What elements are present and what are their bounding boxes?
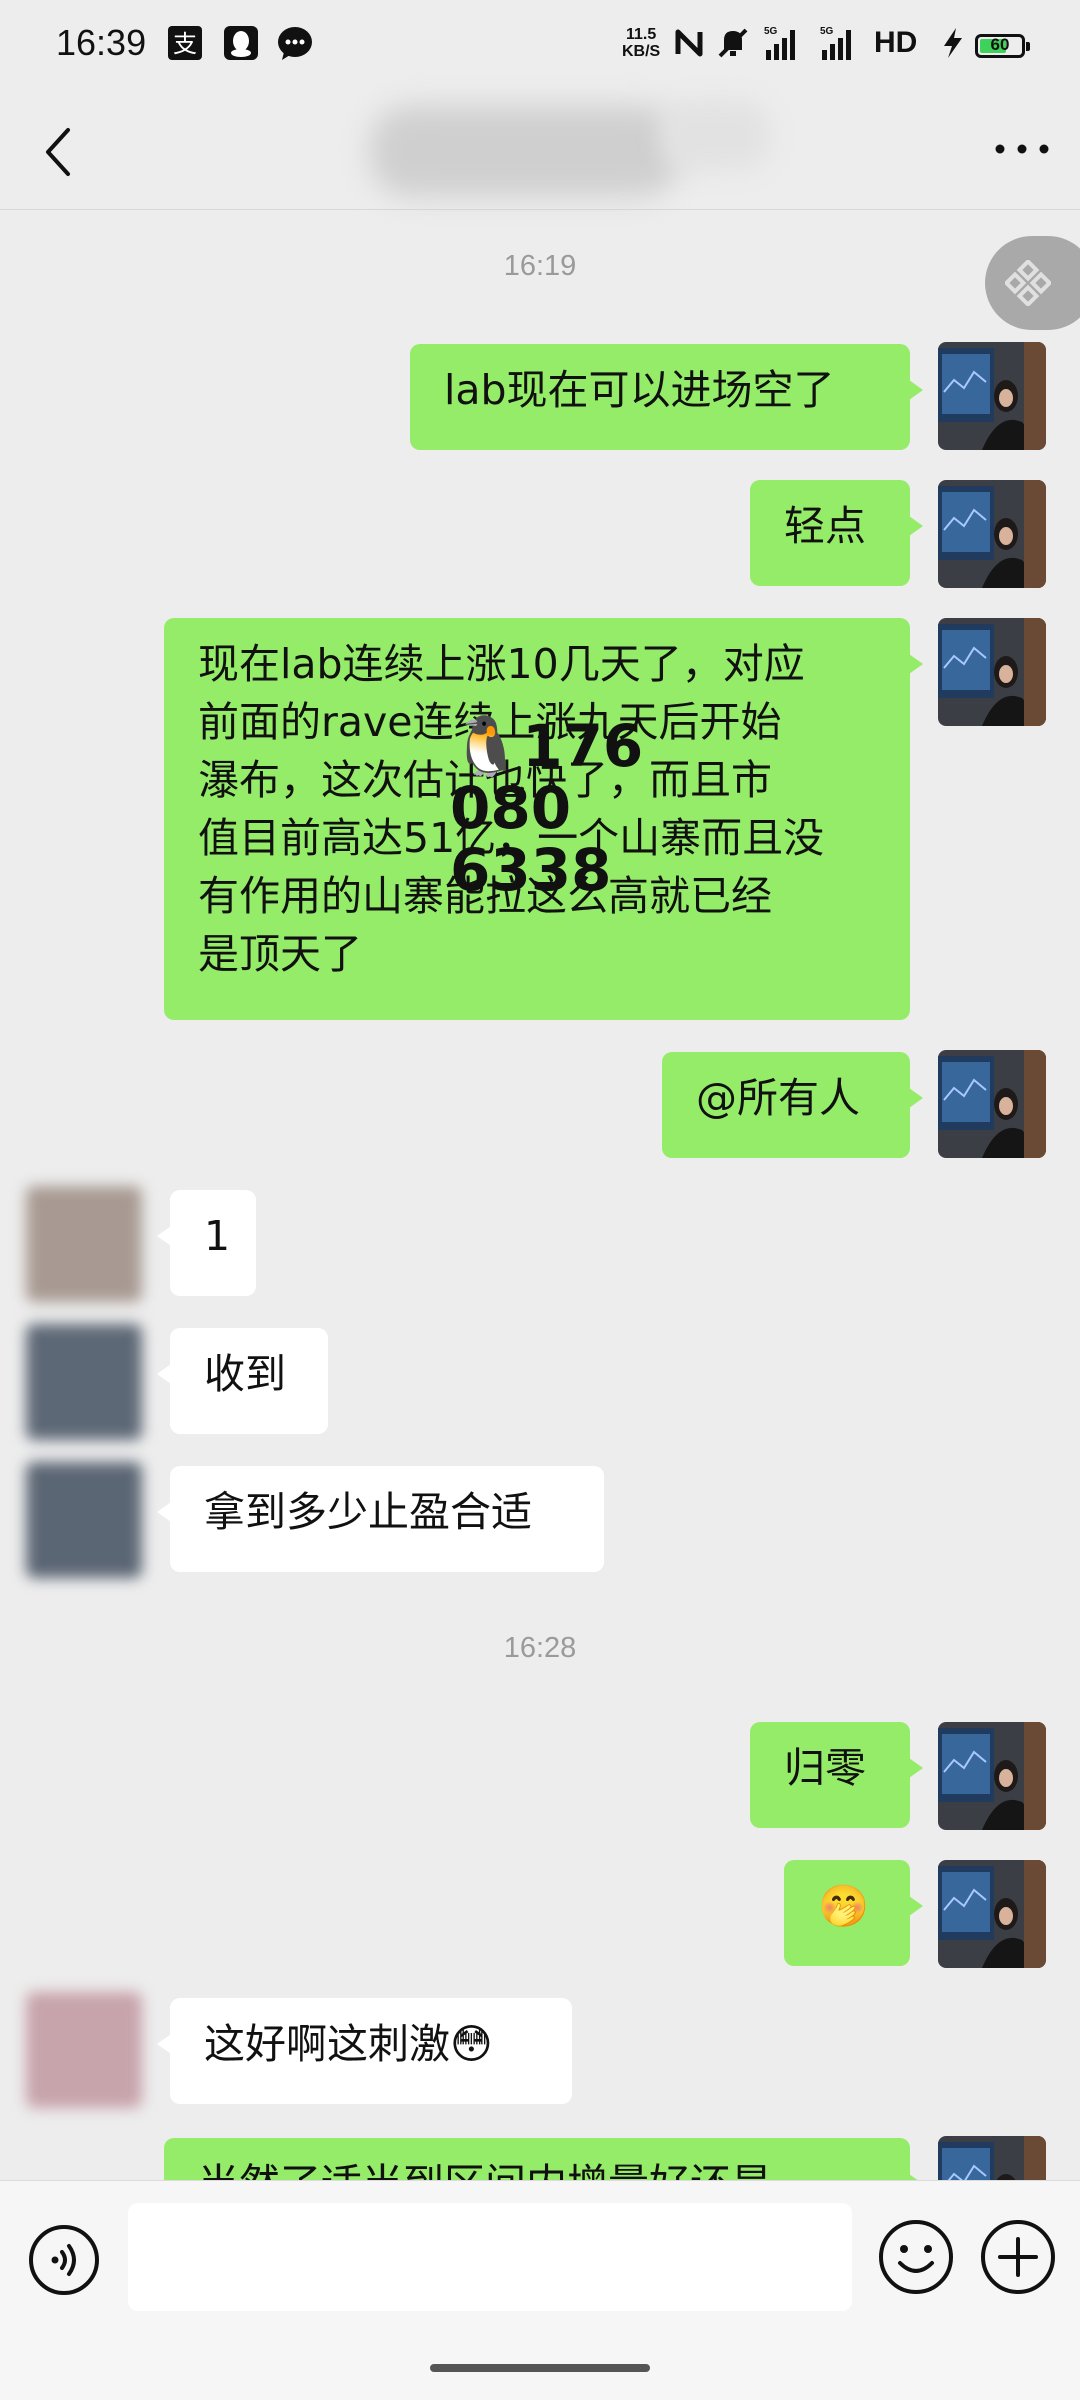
my-message-bubble[interactable]: 轻点 bbox=[750, 480, 923, 586]
my-avatar-image bbox=[938, 1050, 1046, 1158]
network-label-2: 5G bbox=[820, 26, 834, 37]
chevron-left-icon[interactable] bbox=[36, 122, 80, 182]
my-avatar-image bbox=[938, 1860, 1046, 1968]
battery-icon: 60 bbox=[975, 34, 1030, 58]
message-line: 是顶天了 bbox=[198, 930, 362, 978]
hd-label: HD bbox=[874, 26, 918, 59]
chat-title-blurred bbox=[370, 106, 680, 196]
mute-icon bbox=[718, 28, 748, 58]
my-message-bubble[interactable]: lab现在可以进场空了 bbox=[410, 344, 923, 450]
avatar[interactable] bbox=[938, 618, 1046, 726]
my-avatar-image bbox=[938, 1722, 1046, 1830]
message-text: lab现在可以进场空了 bbox=[444, 366, 835, 414]
my-message-bubble[interactable]: 🤭 bbox=[784, 1860, 923, 1966]
net-speed: 11.5 KB/S bbox=[622, 26, 660, 60]
their-message-bubble[interactable]: 这好啊这刺激😳 bbox=[157, 1998, 572, 2104]
message-text: 归零 bbox=[784, 1744, 866, 1792]
alipay-icon: 支 bbox=[168, 26, 202, 60]
avatar[interactable] bbox=[26, 1324, 142, 1440]
signal-icon: 5G bbox=[764, 26, 795, 60]
their-message-bubble[interactable]: 拿到多少止盈合适 bbox=[157, 1466, 604, 1572]
message-line: 现在lab连续上涨10几天了，对应 bbox=[198, 640, 805, 688]
message-input[interactable] bbox=[128, 2203, 852, 2311]
chat-title-blurred-extra bbox=[660, 100, 770, 170]
my-message-bubble[interactable]: 归零 bbox=[750, 1722, 923, 1828]
charging-icon bbox=[944, 28, 962, 58]
my-avatar-image bbox=[938, 618, 1046, 726]
net-speed-value: 11.5 bbox=[625, 26, 657, 43]
home-indicator[interactable] bbox=[430, 2364, 650, 2372]
avatar[interactable] bbox=[938, 1050, 1046, 1158]
net-speed-unit: KB/S bbox=[622, 43, 661, 60]
nfc-icon bbox=[675, 29, 703, 57]
status-time: 16:39 bbox=[56, 22, 147, 63]
watermark-line: 6338 bbox=[450, 836, 612, 904]
signal-icon: 5G bbox=[820, 26, 851, 60]
their-message-bubble[interactable]: 1 bbox=[157, 1190, 256, 1296]
avatar[interactable] bbox=[26, 1992, 142, 2108]
message-text: 拿到多少止盈合适 bbox=[204, 1488, 532, 1536]
voice-icon[interactable] bbox=[27, 2223, 101, 2297]
chat-header bbox=[0, 92, 1080, 210]
contact-watermark: 🐧176 080 6338 bbox=[450, 715, 643, 901]
avatar[interactable] bbox=[26, 1186, 142, 1302]
watermark-line: 🐧176 bbox=[450, 712, 644, 780]
network-label-1: 5G bbox=[764, 26, 778, 37]
qq-icon bbox=[224, 26, 258, 60]
avatar[interactable] bbox=[938, 480, 1046, 588]
their-message-bubble[interactable]: 收到 bbox=[157, 1328, 328, 1434]
my-avatar-image bbox=[938, 480, 1046, 588]
my-message-bubble[interactable]: @所有人 bbox=[662, 1052, 923, 1158]
system-nav-bar bbox=[0, 2334, 1080, 2400]
status-bar: 16:39 支 11.5 KB/S 5G 5G HD 60 bbox=[0, 0, 1080, 92]
more-dots-icon[interactable] bbox=[992, 134, 1052, 164]
emoji-icon[interactable] bbox=[876, 2217, 956, 2297]
message-emoji: 🤭 bbox=[818, 1882, 870, 1930]
avatar[interactable] bbox=[938, 342, 1046, 450]
plus-icon[interactable] bbox=[978, 2217, 1058, 2297]
battery-percent: 60 bbox=[990, 35, 1010, 54]
input-bar bbox=[0, 2180, 1080, 2334]
wechat-icon bbox=[278, 27, 312, 60]
watermark-line: 080 bbox=[450, 774, 572, 842]
my-avatar-image bbox=[938, 342, 1046, 450]
svg-text:支: 支 bbox=[173, 30, 197, 58]
avatar[interactable] bbox=[26, 1462, 142, 1578]
message-text: 这好啊这刺激😳 bbox=[204, 2020, 493, 2068]
message-text: 轻点 bbox=[784, 502, 866, 550]
message-text: 1 bbox=[204, 1212, 231, 1260]
message-text: @所有人 bbox=[696, 1074, 860, 1122]
message-text: 收到 bbox=[204, 1350, 286, 1398]
message-timestamp: 16:28 bbox=[503, 1632, 577, 1664]
message-timestamp: 16:19 bbox=[503, 250, 577, 282]
avatar[interactable] bbox=[938, 1860, 1046, 1968]
avatar[interactable] bbox=[938, 1722, 1046, 1830]
